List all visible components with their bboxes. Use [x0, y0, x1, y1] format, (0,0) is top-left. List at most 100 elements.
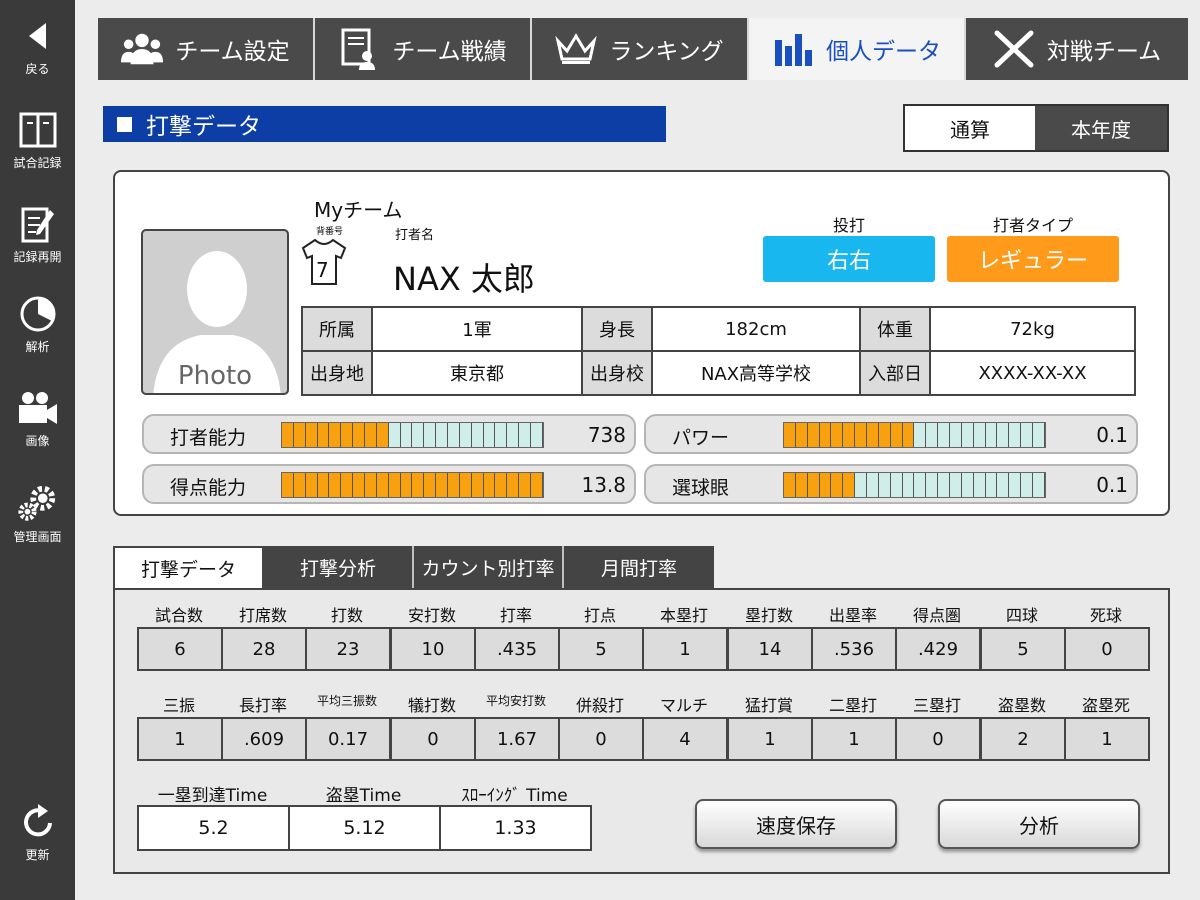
meter-segment [329, 473, 342, 497]
meter-segment [890, 473, 903, 497]
stat-value: 10 [390, 627, 476, 671]
meter-segment [305, 423, 318, 447]
meter-batting-eye: 選球眼 0.1 [644, 464, 1138, 504]
tab-team-record[interactable]: チーム戦績 [315, 18, 532, 80]
player-photo: Photo [141, 229, 289, 395]
meter-segment [293, 423, 306, 447]
meter-segment [985, 473, 998, 497]
meter-segment [365, 423, 377, 447]
sidebar-item-label: 記録再開 [13, 250, 62, 264]
stat-label: 盗塁死 [1081, 696, 1130, 715]
period-total-toggle[interactable]: 通算 [903, 104, 1035, 152]
refresh-label: 更新 [25, 848, 50, 862]
meter-segment [914, 423, 927, 447]
stat-label: 本塁打 [659, 606, 708, 625]
meter-bar [281, 472, 544, 498]
tab-opponent-team[interactable]: 対戦チーム [966, 18, 1188, 80]
section-header: 打撃データ [103, 106, 666, 142]
stat-label: 併殺打 [575, 696, 624, 715]
note-edit-icon [16, 202, 60, 246]
refresh-icon [16, 800, 60, 844]
sidebar-item-label: 管理画面 [13, 530, 62, 544]
stat-value: 6 [137, 627, 223, 671]
meter-label: 打者能力 [170, 427, 247, 449]
sidebar-item-admin[interactable]: 管理画面 [0, 482, 75, 562]
tab-personal-data[interactable]: 個人データ [749, 18, 966, 80]
meter-segment [459, 473, 472, 497]
meter-segment [471, 473, 484, 497]
stat-label: 三振 [162, 696, 195, 715]
info-value: 東京都 [371, 350, 583, 396]
meter-segment [890, 423, 903, 447]
meter-segment [507, 423, 520, 447]
sidebar-item-video[interactable]: 画像 [0, 386, 75, 466]
refresh-button[interactable]: 更新 [0, 800, 75, 880]
batter-type-label: 打者タイプ [992, 216, 1073, 235]
meter-segment [795, 423, 808, 447]
back-label: 戻る [25, 62, 50, 76]
time-label: 盗塁Time [325, 786, 402, 806]
meter-value: 0.1 [1096, 423, 1128, 447]
meter-segment [973, 473, 986, 497]
stat-value: 0 [1064, 627, 1150, 671]
meter-segment [412, 423, 425, 447]
meter-segment [471, 423, 484, 447]
analyze-button[interactable]: 分析 [938, 799, 1140, 849]
tab-label: 個人データ [826, 39, 941, 65]
pie-chart-icon [16, 292, 60, 336]
batter-type-badge[interactable]: レギュラー [947, 236, 1119, 282]
info-header: 所属 [301, 306, 373, 352]
tab-team-settings[interactable]: チーム設定 [98, 18, 315, 80]
meter-segment [353, 423, 366, 447]
sidebar-item-resume-record[interactable]: 記録再開 [0, 202, 75, 282]
stat-value: 1 [727, 717, 813, 761]
meter-segment [819, 473, 832, 497]
steal-time-value: 5.12 [288, 805, 441, 851]
throw-bat-label: 投打 [832, 216, 865, 235]
throw-bat-badge[interactable]: 右右 [763, 236, 935, 282]
meter-segment [293, 473, 306, 497]
info-header: 出身地 [301, 350, 373, 396]
stat-value: 1 [811, 717, 897, 761]
meter-segment [878, 423, 891, 447]
meter-segment [961, 473, 974, 497]
stat-value: 1 [1064, 717, 1150, 761]
sidebar-item-game-record[interactable]: 試合記録 [0, 108, 75, 188]
meter-segment [878, 473, 891, 497]
tab-batting-analysis[interactable]: 打撃分析 [264, 546, 414, 588]
tab-label: 対戦チーム [1046, 39, 1162, 65]
meter-segment [317, 473, 330, 497]
info-value: 72kg [929, 306, 1136, 352]
stat-value: 2 [980, 717, 1066, 761]
batter-name-label: 打者名 [395, 228, 435, 243]
tab-count-average[interactable]: カウント別打率 [414, 546, 564, 588]
stat-label: 猛打賞 [744, 696, 793, 715]
period-this-year-toggle[interactable]: 本年度 [1035, 104, 1169, 152]
meter-segment [341, 473, 354, 497]
stat-label: 打率 [499, 606, 532, 625]
stat-label: 平均三振数 [316, 694, 377, 708]
stat-label: 平均安打数 [485, 694, 546, 708]
stat-label: 打点 [583, 606, 616, 625]
sidebar-item-analysis[interactable]: 解析 [0, 292, 75, 372]
meter-segment [436, 423, 449, 447]
back-button[interactable]: 戻る [0, 14, 75, 94]
tab-batting-data[interactable]: 打撃データ [113, 546, 264, 588]
meter-segment [950, 473, 962, 497]
meter-segment [843, 473, 856, 497]
stat-label: 長打率 [238, 696, 287, 715]
tab-monthly-average[interactable]: 月間打率 [564, 546, 714, 588]
meter-segment [495, 423, 508, 447]
crown-icon [555, 28, 598, 70]
meter-segment [329, 423, 342, 447]
stat-value: .429 [895, 627, 981, 671]
stat-value: 28 [221, 627, 307, 671]
bar-chart-icon [772, 28, 814, 70]
table-row: 所属 1軍 身長 182cm 体重 72kg [301, 306, 1136, 352]
tab-ranking[interactable]: ランキング [532, 18, 749, 80]
player-name: NAX 太郎 [393, 260, 535, 298]
save-speed-button[interactable]: 速度保存 [695, 799, 897, 849]
info-value: XXXX-XX-XX [929, 350, 1136, 396]
meter-segment [459, 423, 472, 447]
sidebar-item-label: 画像 [25, 434, 50, 448]
